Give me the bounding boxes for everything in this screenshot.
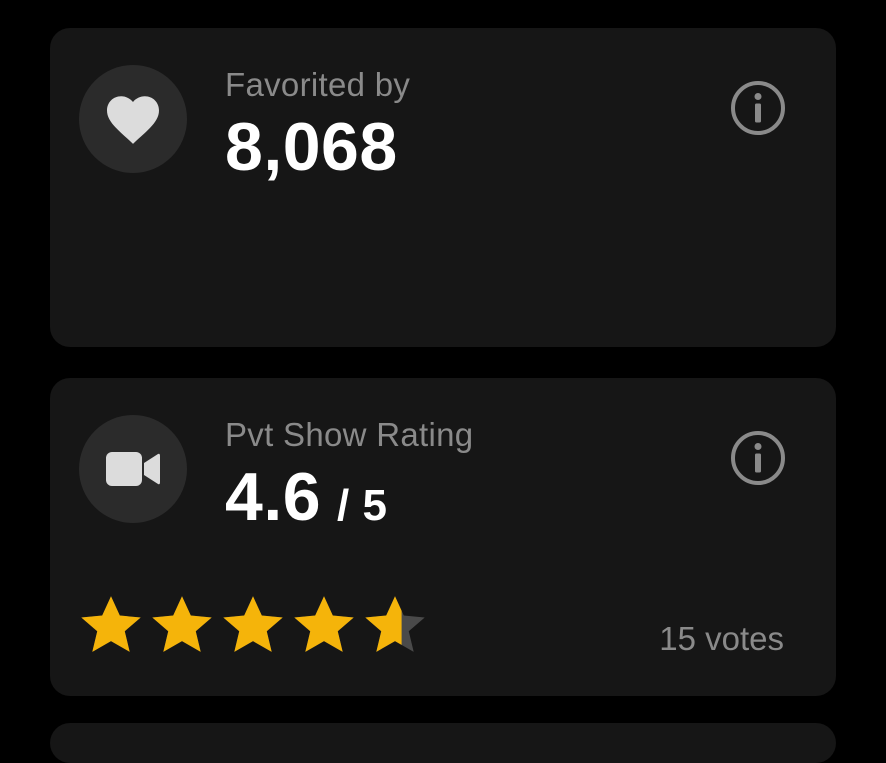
rating-label: Pvt Show Rating [225, 416, 474, 453]
favorites-count: 8,068 [225, 109, 398, 185]
star-icon [152, 596, 212, 652]
video-camera-icon-badge [79, 415, 187, 523]
rating-card: Pvt Show Rating 4.6 / 5 15 votes [50, 378, 836, 696]
heart-icon [107, 96, 159, 144]
heart-icon-badge [79, 65, 187, 173]
votes-count: 15 votes [659, 620, 784, 657]
star-icon [223, 596, 283, 652]
video-camera-icon [106, 452, 160, 486]
rating-number: 4.6 [225, 459, 322, 535]
rating-value: 4.6 / 5 [225, 458, 387, 536]
rating-denominator: / 5 [337, 481, 388, 530]
rating-info-button[interactable] [730, 430, 786, 486]
favorites-card: Favorited by 8,068 [50, 28, 836, 347]
favorites-label: Favorited by [225, 66, 411, 103]
info-icon [731, 81, 785, 135]
star-icon [294, 596, 354, 652]
star-icon [81, 596, 141, 652]
info-icon [731, 431, 785, 485]
next-card [50, 723, 836, 763]
star-rating [78, 593, 428, 659]
star-icon [365, 596, 425, 652]
favorites-info-button[interactable] [730, 80, 786, 136]
